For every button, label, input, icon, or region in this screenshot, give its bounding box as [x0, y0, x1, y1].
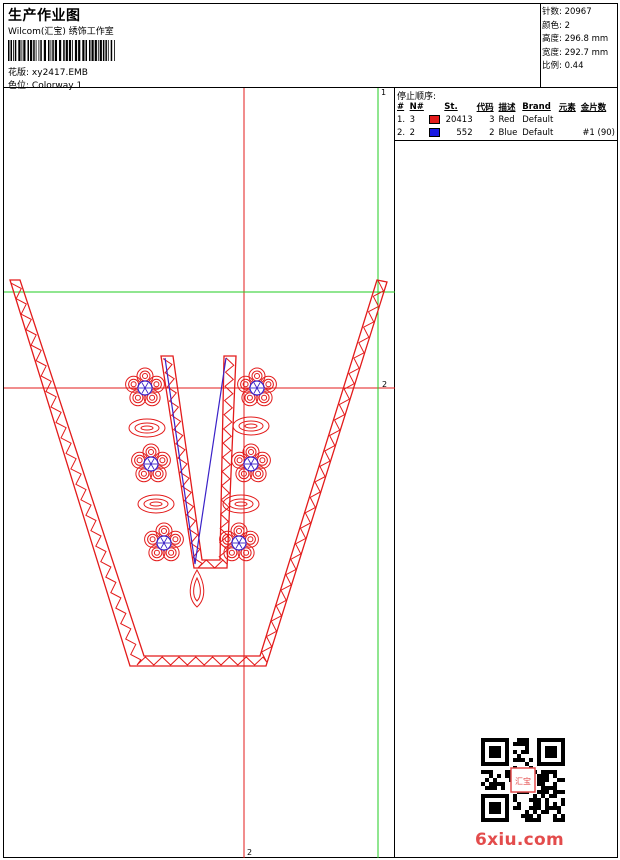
row-element	[557, 113, 579, 126]
page-title: 生产作业图	[8, 8, 81, 24]
qr-code: 汇宝	[481, 738, 565, 822]
design-width: 宽度: 292.7 mm	[542, 47, 609, 58]
pattern-row: 花版: xy2417.EMB	[8, 65, 88, 78]
panel-divider	[395, 140, 617, 141]
color-sequence-panel: 停止顺序: # N# St. 代码 描述 Brand 元素 金片数 1. 3 204…	[395, 88, 617, 858]
seal-text: 汇宝	[515, 776, 531, 786]
color-swatch	[428, 114, 440, 124]
flower-icon	[144, 522, 184, 562]
flower-motifs	[125, 367, 277, 562]
axis-marker-right: 2	[382, 380, 387, 389]
col-desc: 描述	[498, 102, 516, 113]
row-brand: Default	[522, 127, 554, 138]
table-header: # N# St. 代码 描述 Brand 元素 金片数	[395, 100, 617, 113]
header-info: 生产作业图 Wilcom(汇宝) 绣饰工作室 花版: xy2417.EMB 色位…	[4, 4, 540, 91]
flower-icon	[237, 367, 277, 407]
neckline-border	[9, 279, 388, 667]
col-code: 代码	[476, 102, 494, 113]
table-row: 1. 3 20413 3 Red Default	[395, 113, 617, 126]
design-canvas: 1 2 2	[4, 88, 395, 858]
stop-sequence-table: # N# St. 代码 描述 Brand 元素 金片数 1. 3 20413 3 Red…	[395, 100, 617, 139]
flower-icon	[231, 443, 271, 483]
stitch-count: 针数: 20967	[542, 7, 592, 17]
axis-marker-top: 1	[381, 88, 386, 97]
row-stitches: 20413	[445, 114, 473, 125]
col-brand: Brand	[522, 101, 551, 112]
row-desc: Red	[498, 114, 515, 125]
design-height: 高度: 296.8 mm	[542, 34, 609, 44]
row-sequins	[579, 113, 617, 126]
row-code: 2	[489, 127, 495, 138]
company-name: Wilcom(汇宝) 绣饰工作室	[8, 27, 114, 37]
design-scale: 比例: 0.44	[542, 61, 584, 71]
flower-icon	[125, 367, 165, 407]
row-stitches: 552	[456, 127, 473, 138]
color-count: 颜色: 2	[542, 20, 570, 31]
row-desc: Blue	[498, 127, 518, 138]
pattern-label: 花版:	[8, 68, 30, 78]
color-swatch	[428, 127, 440, 137]
col-stitches: St.	[444, 101, 458, 112]
row-swatch	[427, 113, 443, 126]
pattern-value: xy2417.EMB	[31, 68, 88, 78]
row-index: 2.	[397, 127, 406, 138]
site-logo: 6xiu.com	[475, 830, 565, 850]
row-swatch	[427, 126, 443, 139]
flower-icon	[219, 522, 259, 562]
col-n: N#	[409, 101, 424, 112]
col-sequins: 金片数	[580, 102, 607, 113]
flower-icon	[131, 443, 171, 483]
row-n: 3	[409, 114, 416, 125]
row-n: 2	[409, 127, 416, 138]
embroidery-design: 1 2 2	[4, 88, 395, 858]
stats-panel: 针数: 20967 颜色: 2 高度: 296.8 mm 宽度: 292.7 m…	[540, 4, 617, 88]
leaf-motifs	[128, 416, 270, 608]
col-index: #	[397, 101, 405, 112]
row-brand: Default	[522, 114, 554, 125]
col-swatch	[427, 100, 443, 113]
barcode	[8, 40, 115, 61]
axis-marker-bottom: 2	[247, 848, 252, 857]
col-element: 元素	[558, 102, 576, 113]
table-row: 2. 2 552 2 Blue Default #1 (90)	[395, 126, 617, 139]
row-code: 3	[489, 114, 495, 125]
row-index: 1.	[397, 114, 406, 125]
row-element	[557, 126, 579, 139]
row-sequins: #1 (90)	[582, 127, 615, 138]
